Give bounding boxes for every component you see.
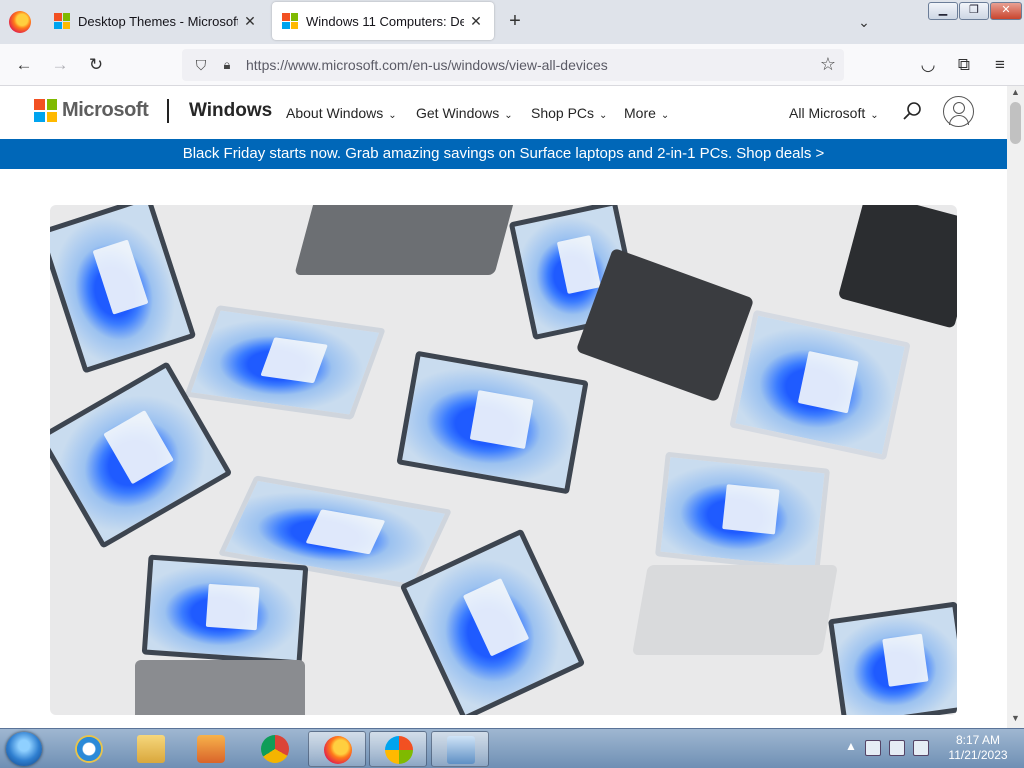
menu-label: More: [624, 105, 656, 121]
search-icon[interactable]: [902, 101, 922, 121]
firefox-icon[interactable]: [9, 11, 31, 33]
promo-banner[interactable]: Black Friday starts now. Grab amazing sa…: [0, 139, 1007, 169]
header-divider: [167, 99, 169, 123]
forward-arrow-icon[interactable]: →: [48, 53, 72, 77]
chevron-down-icon: ⌄: [388, 110, 397, 121]
scrollbar-thumb[interactable]: [1010, 102, 1021, 144]
volume-icon[interactable]: [913, 740, 929, 756]
menu-about-windows[interactable]: About Windows ⌄: [286, 105, 397, 121]
chevron-down-icon: ⌄: [599, 110, 608, 121]
restore-icon[interactable]: ❐: [959, 2, 989, 20]
site-header: Microsoft Windows About Windows ⌄ Get Win…: [0, 86, 1007, 138]
extensions-icon[interactable]: ⧉: [952, 53, 976, 77]
taskbar-internet-explorer[interactable]: [60, 731, 118, 767]
menu-more[interactable]: More ⌄: [624, 105, 669, 121]
close-tab-icon[interactable]: ✕: [242, 13, 258, 30]
chevron-down-icon: ⌄: [504, 110, 513, 121]
show-hidden-icons-arrow-icon[interactable]: ▲: [845, 739, 857, 753]
shield-icon[interactable]: ⛉: [186, 57, 216, 74]
reload-icon[interactable]: ↻: [84, 53, 108, 77]
microsoft-favicon-icon: [282, 13, 298, 29]
menu-label: Shop PCs: [531, 105, 595, 121]
taskbar: ▲ 8:17 AM 11/21/2023: [0, 728, 1024, 768]
close-window-icon[interactable]: ✕: [990, 2, 1022, 20]
logo-red-square: [34, 99, 45, 110]
menu-shop-pcs[interactable]: Shop PCs ⌄: [531, 105, 607, 121]
microsoft-wordmark[interactable]: Microsoft: [62, 99, 149, 122]
back-arrow-icon[interactable]: ←: [12, 53, 36, 77]
chrome-icon: [261, 735, 289, 763]
menu-label: All Microsoft: [789, 105, 866, 121]
clock-date: 11/21/2023: [948, 748, 1008, 762]
chevron-down-icon: ⌄: [870, 110, 879, 121]
taskbar-media-player[interactable]: [182, 731, 240, 767]
menu-label: Get Windows: [416, 105, 500, 121]
sign-in-avatar-icon[interactable]: [943, 96, 974, 127]
taskbar-chrome[interactable]: [246, 731, 304, 767]
microsoft-logo-icon[interactable]: [34, 99, 57, 122]
menu-all-microsoft[interactable]: All Microsoft ⌄: [789, 105, 879, 121]
folder-icon: [137, 735, 165, 763]
page-scrollbar[interactable]: ▲ ▼: [1007, 86, 1024, 728]
media-player-icon: [197, 735, 225, 763]
taskbar-control-panel[interactable]: [431, 731, 489, 767]
minimize-icon[interactable]: ▁: [928, 2, 958, 20]
scroll-down-arrow-icon[interactable]: ▼: [1007, 713, 1024, 727]
microsoft-favicon-icon: [54, 13, 70, 29]
windows-flag-icon: [385, 736, 413, 764]
url-input[interactable]: [246, 57, 806, 73]
new-tab-plus-icon[interactable]: +: [503, 10, 527, 34]
web-page: Microsoft Windows About Windows ⌄ Get Win…: [0, 86, 1007, 728]
network-icon[interactable]: [889, 740, 905, 756]
control-panel-icon: [447, 736, 475, 764]
system-tray: [865, 740, 929, 756]
promo-text[interactable]: Black Friday starts now. Grab amazing sa…: [183, 145, 825, 162]
close-tab-icon[interactable]: ✕: [468, 13, 484, 30]
action-center-icon[interactable]: [865, 740, 881, 756]
taskbar-file-explorer[interactable]: [122, 731, 180, 767]
address-bar[interactable]: ⛉ 🔒︎ ☆: [182, 49, 844, 81]
pocket-icon[interactable]: ◡: [916, 53, 940, 77]
windows-start-orb-icon[interactable]: [6, 732, 42, 766]
firefox-icon: [324, 736, 352, 764]
menu-label: About Windows: [286, 105, 384, 121]
tab-desktop-themes[interactable]: Desktop Themes - Microsoft Su ✕: [44, 2, 268, 40]
taskbar-windows-app[interactable]: [369, 731, 427, 767]
window-controls: ▁ ❐ ✕: [928, 2, 1022, 20]
windows-brand-link[interactable]: Windows: [189, 100, 272, 122]
navigation-toolbar: ← → ↻ ⛉ 🔒︎ ☆ ◡ ⧉ ≡: [0, 44, 1024, 86]
bookmark-star-icon[interactable]: ☆: [820, 54, 836, 75]
logo-green-square: [46, 99, 57, 110]
tab-title: Desktop Themes - Microsoft Su: [78, 13, 238, 29]
tab-windows-11-computers[interactable]: Windows 11 Computers: Deskto ✕: [272, 2, 494, 40]
lock-icon[interactable]: 🔒︎: [216, 57, 238, 73]
taskbar-firefox[interactable]: [308, 731, 366, 767]
taskbar-clock[interactable]: 8:17 AM 11/21/2023: [940, 733, 1016, 763]
hamburger-menu-icon[interactable]: ≡: [988, 53, 1012, 77]
chevron-down-icon: ⌄: [660, 110, 670, 121]
internet-explorer-icon: [75, 735, 103, 763]
clock-time: 8:17 AM: [955, 733, 1001, 747]
menu-get-windows[interactable]: Get Windows ⌄: [416, 105, 513, 121]
logo-yellow-square: [46, 111, 57, 122]
tab-title: Windows 11 Computers: Deskto: [306, 13, 464, 29]
hero-image: [50, 205, 957, 715]
chevron-down-icon[interactable]: ⌄: [852, 10, 876, 34]
scroll-up-arrow-icon[interactable]: ▲: [1007, 87, 1024, 101]
tab-strip: Desktop Themes - Microsoft Su ✕ Windows …: [0, 0, 1024, 44]
logo-blue-square: [34, 111, 45, 122]
